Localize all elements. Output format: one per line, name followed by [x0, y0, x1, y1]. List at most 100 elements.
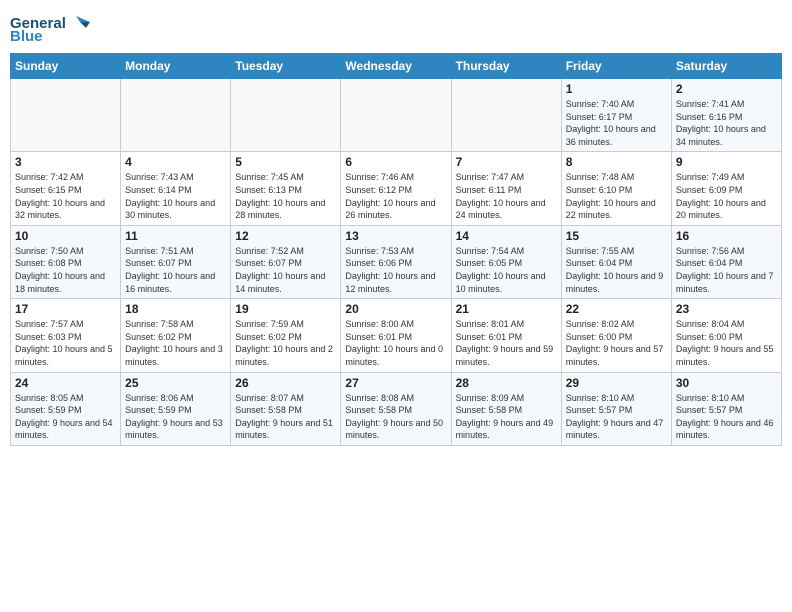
day-info: Sunrise: 7:45 AM Sunset: 6:13 PM Dayligh… [235, 171, 336, 221]
day-cell: 6 Sunrise: 7:46 AM Sunset: 6:12 PM Daylig… [341, 152, 451, 225]
calendar-header: SundayMondayTuesdayWednesdayThursdayFrid… [11, 54, 782, 79]
day-cell: 27 Sunrise: 8:08 AM Sunset: 5:58 PM Dayli… [341, 372, 451, 445]
day-info: Sunrise: 8:10 AM Sunset: 5:57 PM Dayligh… [566, 392, 667, 442]
day-cell: 15 Sunrise: 7:55 AM Sunset: 6:04 PM Dayli… [561, 225, 671, 298]
day-number: 30 [676, 376, 777, 390]
day-cell: 17 Sunrise: 7:57 AM Sunset: 6:03 PM Dayli… [11, 299, 121, 372]
day-number: 27 [345, 376, 446, 390]
header-sunday: Sunday [11, 54, 121, 79]
week-row-1: 3 Sunrise: 7:42 AM Sunset: 6:15 PM Daylig… [11, 152, 782, 225]
day-info: Sunrise: 7:48 AM Sunset: 6:10 PM Dayligh… [566, 171, 667, 221]
day-number: 13 [345, 229, 446, 243]
day-info: Sunrise: 7:56 AM Sunset: 6:04 PM Dayligh… [676, 245, 777, 295]
day-info: Sunrise: 8:09 AM Sunset: 5:58 PM Dayligh… [456, 392, 557, 442]
day-cell: 12 Sunrise: 7:52 AM Sunset: 6:07 PM Dayli… [231, 225, 341, 298]
logo: General Blue [10, 14, 90, 45]
day-info: Sunrise: 7:58 AM Sunset: 6:02 PM Dayligh… [125, 318, 226, 368]
day-number: 2 [676, 82, 777, 96]
day-info: Sunrise: 8:01 AM Sunset: 6:01 PM Dayligh… [456, 318, 557, 368]
day-number: 3 [15, 155, 116, 169]
day-info: Sunrise: 7:46 AM Sunset: 6:12 PM Dayligh… [345, 171, 446, 221]
day-info: Sunrise: 7:53 AM Sunset: 6:06 PM Dayligh… [345, 245, 446, 295]
day-info: Sunrise: 7:52 AM Sunset: 6:07 PM Dayligh… [235, 245, 336, 295]
day-info: Sunrise: 7:40 AM Sunset: 6:17 PM Dayligh… [566, 98, 667, 148]
day-cell: 26Sunrise: 8:07 AM Sunset: 5:58 PM Dayli… [231, 372, 341, 445]
day-cell [341, 79, 451, 152]
day-info: Sunrise: 7:51 AM Sunset: 6:07 PM Dayligh… [125, 245, 226, 295]
day-cell: 19Sunrise: 7:59 AM Sunset: 6:02 PM Dayli… [231, 299, 341, 372]
header-wednesday: Wednesday [341, 54, 451, 79]
day-number: 5 [235, 155, 336, 169]
day-cell: 13 Sunrise: 7:53 AM Sunset: 6:06 PM Dayli… [341, 225, 451, 298]
day-cell: 21 Sunrise: 8:01 AM Sunset: 6:01 PM Dayli… [451, 299, 561, 372]
day-cell [121, 79, 231, 152]
day-info: Sunrise: 7:57 AM Sunset: 6:03 PM Dayligh… [15, 318, 116, 368]
day-cell: 28Sunrise: 8:09 AM Sunset: 5:58 PM Dayli… [451, 372, 561, 445]
day-number: 14 [456, 229, 557, 243]
day-info: Sunrise: 8:00 AM Sunset: 6:01 PM Dayligh… [345, 318, 446, 368]
day-info: Sunrise: 7:55 AM Sunset: 6:04 PM Dayligh… [566, 245, 667, 295]
day-cell: 29 Sunrise: 8:10 AM Sunset: 5:57 PM Dayli… [561, 372, 671, 445]
day-cell [451, 79, 561, 152]
day-info: Sunrise: 7:54 AM Sunset: 6:05 PM Dayligh… [456, 245, 557, 295]
day-cell: 20Sunrise: 8:00 AM Sunset: 6:01 PM Dayli… [341, 299, 451, 372]
day-cell: 10 Sunrise: 7:50 AM Sunset: 6:08 PM Dayli… [11, 225, 121, 298]
header-tuesday: Tuesday [231, 54, 341, 79]
logo-bird-icon [68, 14, 90, 32]
day-cell: 22Sunrise: 8:02 AM Sunset: 6:00 PM Dayli… [561, 299, 671, 372]
logo-blue: Blue [10, 28, 43, 45]
logo-text: General Blue [10, 14, 90, 45]
day-number: 25 [125, 376, 226, 390]
header-friday: Friday [561, 54, 671, 79]
day-number: 16 [676, 229, 777, 243]
day-number: 7 [456, 155, 557, 169]
day-cell: 23Sunrise: 8:04 AM Sunset: 6:00 PM Dayli… [671, 299, 781, 372]
week-row-2: 10 Sunrise: 7:50 AM Sunset: 6:08 PM Dayli… [11, 225, 782, 298]
day-cell: 16 Sunrise: 7:56 AM Sunset: 6:04 PM Dayli… [671, 225, 781, 298]
day-number: 24 [15, 376, 116, 390]
day-cell: 8 Sunrise: 7:48 AM Sunset: 6:10 PM Daylig… [561, 152, 671, 225]
day-number: 11 [125, 229, 226, 243]
header-saturday: Saturday [671, 54, 781, 79]
day-number: 26 [235, 376, 336, 390]
day-cell: 14 Sunrise: 7:54 AM Sunset: 6:05 PM Dayli… [451, 225, 561, 298]
day-cell: 5 Sunrise: 7:45 AM Sunset: 6:13 PM Daylig… [231, 152, 341, 225]
day-number: 15 [566, 229, 667, 243]
header: General Blue [10, 10, 782, 45]
day-info: Sunrise: 7:59 AM Sunset: 6:02 PM Dayligh… [235, 318, 336, 368]
header-row: SundayMondayTuesdayWednesdayThursdayFrid… [11, 54, 782, 79]
day-cell: 3 Sunrise: 7:42 AM Sunset: 6:15 PM Daylig… [11, 152, 121, 225]
day-number: 8 [566, 155, 667, 169]
day-cell: 1 Sunrise: 7:40 AM Sunset: 6:17 PM Daylig… [561, 79, 671, 152]
day-cell: 24 Sunrise: 8:05 AM Sunset: 5:59 PM Dayli… [11, 372, 121, 445]
day-number: 21 [456, 302, 557, 316]
day-cell [231, 79, 341, 152]
day-cell: 30Sunrise: 8:10 AM Sunset: 5:57 PM Dayli… [671, 372, 781, 445]
day-number: 1 [566, 82, 667, 96]
day-info: Sunrise: 7:43 AM Sunset: 6:14 PM Dayligh… [125, 171, 226, 221]
day-info: Sunrise: 7:42 AM Sunset: 6:15 PM Dayligh… [15, 171, 116, 221]
day-number: 29 [566, 376, 667, 390]
day-info: Sunrise: 8:04 AM Sunset: 6:00 PM Dayligh… [676, 318, 777, 368]
day-cell: 7Sunrise: 7:47 AM Sunset: 6:11 PM Daylig… [451, 152, 561, 225]
day-number: 17 [15, 302, 116, 316]
day-info: Sunrise: 7:50 AM Sunset: 6:08 PM Dayligh… [15, 245, 116, 295]
header-monday: Monday [121, 54, 231, 79]
day-cell: 9 Sunrise: 7:49 AM Sunset: 6:09 PM Daylig… [671, 152, 781, 225]
day-cell: 11 Sunrise: 7:51 AM Sunset: 6:07 PM Dayli… [121, 225, 231, 298]
day-info: Sunrise: 7:41 AM Sunset: 6:16 PM Dayligh… [676, 98, 777, 148]
day-cell: 18Sunrise: 7:58 AM Sunset: 6:02 PM Dayli… [121, 299, 231, 372]
day-info: Sunrise: 8:02 AM Sunset: 6:00 PM Dayligh… [566, 318, 667, 368]
day-cell: 25Sunrise: 8:06 AM Sunset: 5:59 PM Dayli… [121, 372, 231, 445]
day-cell [11, 79, 121, 152]
day-number: 12 [235, 229, 336, 243]
day-number: 4 [125, 155, 226, 169]
week-row-0: 1 Sunrise: 7:40 AM Sunset: 6:17 PM Daylig… [11, 79, 782, 152]
day-number: 9 [676, 155, 777, 169]
day-number: 10 [15, 229, 116, 243]
day-info: Sunrise: 7:49 AM Sunset: 6:09 PM Dayligh… [676, 171, 777, 221]
day-info: Sunrise: 8:08 AM Sunset: 5:58 PM Dayligh… [345, 392, 446, 442]
day-info: Sunrise: 8:05 AM Sunset: 5:59 PM Dayligh… [15, 392, 116, 442]
week-row-3: 17 Sunrise: 7:57 AM Sunset: 6:03 PM Dayli… [11, 299, 782, 372]
day-number: 6 [345, 155, 446, 169]
